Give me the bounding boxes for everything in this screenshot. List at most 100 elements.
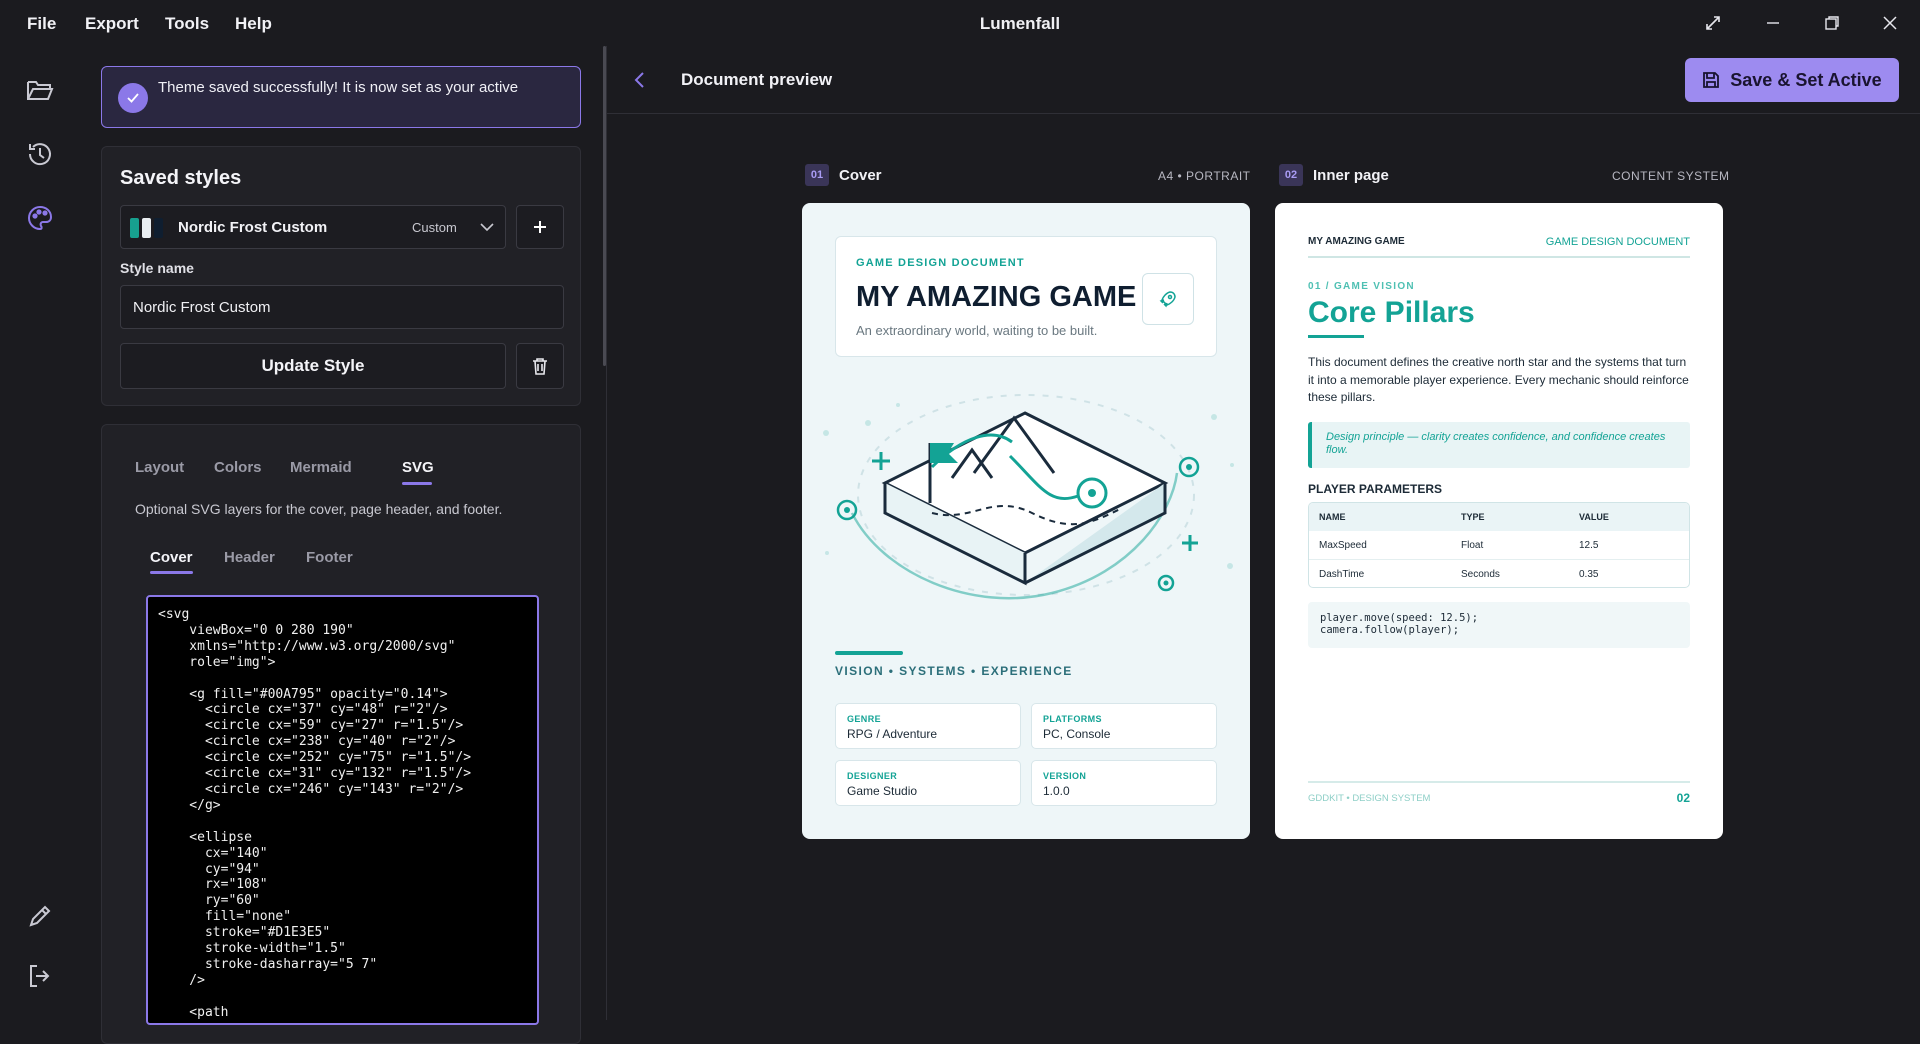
- inner-footer-page: 02: [1676, 791, 1690, 805]
- cover-field-version: VERSION 1.0.0: [1031, 760, 1217, 806]
- table-cell: 12.5: [1579, 540, 1599, 551]
- back-chevron-icon[interactable]: [633, 70, 647, 95]
- preview-header-border: [607, 113, 1920, 114]
- field-key: PLATFORMS: [1043, 714, 1102, 724]
- column-header: VALUE: [1579, 512, 1609, 522]
- logout-icon[interactable]: [22, 958, 58, 994]
- cover-subtitle: An extraordinary world, waiting to be bu…: [856, 323, 1098, 338]
- swatch-light: [142, 218, 151, 238]
- field-value: 1.0.0: [1043, 784, 1070, 798]
- cover-accent-bar: [835, 651, 903, 655]
- app-title: Lumenfall: [979, 14, 1061, 33]
- checkmark-icon: [118, 83, 148, 113]
- cover-field-genre: GENRE RPG / Adventure: [835, 703, 1021, 749]
- cover-eyebrow: GAME DESIGN DOCUMENT: [856, 257, 1025, 269]
- save-set-active-button[interactable]: Save & Set Active: [1685, 58, 1899, 102]
- active-tab-indicator: [402, 482, 432, 485]
- tab-mermaid[interactable]: Mermaid: [290, 459, 352, 476]
- preview-title: Document preview: [681, 70, 833, 89]
- style-name-label: Style name: [120, 260, 194, 276]
- inner-body-text: This document defines the creative north…: [1308, 355, 1689, 404]
- table-cell: MaxSpeed: [1319, 540, 1367, 551]
- trash-icon: [533, 358, 547, 375]
- field-value: PC, Console: [1043, 727, 1111, 741]
- inner-title-underline: [1308, 335, 1364, 338]
- page-number-badge: 01: [805, 164, 829, 186]
- inner-title: Core Pillars: [1308, 296, 1475, 329]
- save-set-active-label: Save & Set Active: [1730, 69, 1882, 90]
- style-panel: Theme saved successfully! It is now set …: [80, 46, 606, 1044]
- subtab-footer[interactable]: Footer: [306, 549, 353, 566]
- field-key: DESIGNER: [847, 771, 898, 781]
- cover-illustration: [823, 394, 1234, 600]
- rocket-icon: [1142, 273, 1194, 325]
- nav-rail: [0, 46, 80, 1020]
- tab-svg[interactable]: SVG: [402, 459, 434, 476]
- inner-header: MY AMAZING GAME GAME DESIGN DOCUMENT: [1308, 234, 1690, 258]
- document-preview: Document preview Save & Set Active 01 Co…: [607, 46, 1920, 1020]
- page-label: Inner page: [1313, 167, 1389, 184]
- table-row: MaxSpeed Float 12.5: [1309, 531, 1689, 559]
- inner-footer: GDDKIT • DESIGN SYSTEM 02: [1308, 781, 1690, 805]
- tab-colors[interactable]: Colors: [214, 459, 262, 476]
- style-name-input[interactable]: Nordic Frost Custom: [120, 285, 564, 329]
- title-bar: File Export Tools Help Lumenfall: [0, 0, 1920, 46]
- field-key: VERSION: [1043, 771, 1087, 781]
- save-icon: [1703, 72, 1720, 88]
- inner-header-left: MY AMAZING GAME: [1308, 236, 1405, 247]
- page-meta: A4 • PORTRAIT: [1158, 169, 1251, 183]
- table-header-row: NAME TYPE VALUE: [1309, 503, 1689, 531]
- plus-icon: [534, 221, 546, 233]
- page-meta: CONTENT SYSTEM: [1612, 169, 1730, 183]
- restore-icon[interactable]: [1818, 10, 1846, 36]
- cover-page: GAME DESIGN DOCUMENT MY AMAZING GAME An …: [802, 203, 1250, 839]
- close-icon[interactable]: [1876, 10, 1904, 36]
- inner-page: MY AMAZING GAME GAME DESIGN DOCUMENT 01 …: [1275, 203, 1723, 839]
- cover-tagline: VISION • SYSTEMS • EXPERIENCE: [835, 664, 1073, 678]
- tab-layout[interactable]: Layout: [135, 459, 184, 476]
- subtab-header[interactable]: Header: [224, 549, 275, 566]
- chevron-down-icon: [478, 218, 496, 241]
- cover-field-platforms: PLATFORMS PC, Console: [1031, 703, 1217, 749]
- style-type-tag: Custom: [412, 220, 457, 235]
- svg-code-editor[interactable]: <svg viewBox="0 0 280 190" xmlns="http:/…: [146, 595, 539, 1025]
- page-number-badge: 02: [1279, 164, 1303, 186]
- field-key: GENRE: [847, 714, 882, 724]
- delete-style-button[interactable]: [516, 343, 564, 389]
- palette-icon[interactable]: [22, 200, 58, 236]
- column-header: TYPE: [1461, 512, 1485, 522]
- success-toast: Theme saved successfully! It is now set …: [101, 66, 581, 128]
- table-cell: 0.35: [1579, 569, 1599, 580]
- minimize-icon[interactable]: [1759, 10, 1787, 36]
- swatch-teal: [130, 218, 139, 238]
- column-header: NAME: [1319, 512, 1346, 522]
- inner-code-block: player.move(speed: 12.5); camera.follow(…: [1308, 602, 1690, 648]
- edit-icon[interactable]: [22, 898, 58, 934]
- toast-message: Theme saved successfully! It is now set …: [158, 79, 519, 96]
- table-cell: Seconds: [1461, 569, 1500, 580]
- table-cell: Float: [1461, 540, 1484, 551]
- inner-footer-left: GDDKIT • DESIGN SYSTEM: [1308, 793, 1431, 804]
- subtab-cover[interactable]: Cover: [150, 549, 193, 566]
- table-row: DashTime Seconds 0.35: [1309, 559, 1689, 587]
- params-table: NAME TYPE VALUE MaxSpeed Float 12.5 Dash…: [1308, 502, 1690, 588]
- cover-header-card: GAME DESIGN DOCUMENT MY AMAZING GAME An …: [835, 236, 1217, 357]
- style-select[interactable]: Nordic Frost Custom Custom: [120, 205, 506, 249]
- update-style-button[interactable]: Update Style: [120, 343, 506, 389]
- history-icon[interactable]: [22, 136, 58, 172]
- editor-card: Layout Colors Mermaid SVG Optional SVG l…: [101, 424, 581, 1044]
- page-label: Cover: [839, 167, 882, 184]
- swatch-navy: [154, 218, 163, 238]
- inner-header-right: GAME DESIGN DOCUMENT: [1545, 236, 1690, 248]
- field-value: RPG / Adventure: [847, 727, 938, 741]
- active-subtab-indicator: [150, 571, 193, 574]
- field-value: Game Studio: [847, 784, 918, 798]
- fullscreen-icon[interactable]: [1699, 10, 1727, 36]
- cover-field-designer: DESIGNER Game Studio: [835, 760, 1021, 806]
- params-heading: PLAYER PARAMETERS: [1308, 482, 1443, 496]
- cover-title: MY AMAZING GAME: [856, 281, 1137, 313]
- folder-open-icon[interactable]: [22, 72, 58, 108]
- inner-eyebrow: 01 / GAME VISION: [1308, 281, 1415, 292]
- add-style-button[interactable]: [516, 205, 564, 249]
- inner-callout: Design principle — clarity creates confi…: [1308, 422, 1690, 468]
